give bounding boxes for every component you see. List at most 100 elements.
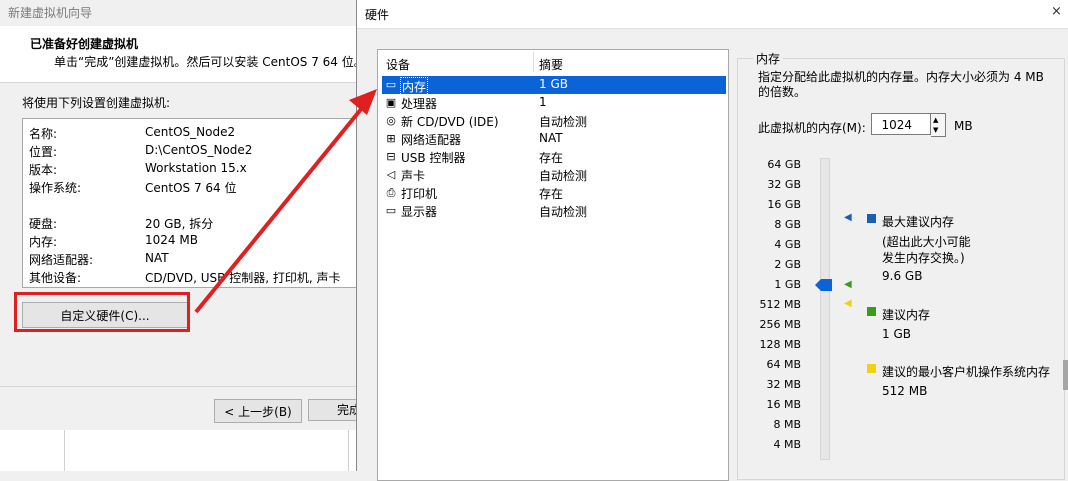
device-name: 处理器 [401,97,438,111]
device-row-display[interactable]: ▭ 显示器 自动检测 [382,202,726,220]
device-name: 显示器 [401,205,438,219]
device-name: 打印机 [401,187,438,201]
scale-tick: 1 GB [774,278,801,291]
setting-key: 其他设备: [29,271,82,285]
device-summary: 自动检测 [539,169,588,183]
device-row-memory[interactable]: ▭ 内存 1 GB [382,76,726,96]
scale-tick: 8 MB [773,418,801,431]
memory-scale: 64 GB 32 GB 16 GB 8 GB 4 GB 2 GB 1 GB 51… [753,158,801,458]
device-list[interactable]: 设备 摘要 ▭ 内存 1 GB ▣ 处理器 1 ◎ 新 CD/DVD (IDE)… [377,49,729,481]
device-summary: 存在 [539,187,564,201]
device-row-sound-card[interactable]: ◁ 声卡 自动检测 [382,166,726,184]
setting-value: NAT [145,251,169,265]
setting-value: CentOS 7 64 位 [145,181,237,195]
column-divider [533,52,534,72]
device-row-printer[interactable]: ⎙ 打印机 存在 [382,184,726,202]
wizard-subheading: 单击“完成”创建虚拟机。然后可以安装 CentOS 7 64 位。 [54,55,366,69]
device-name: 网络适配器 [401,133,462,147]
settings-label: 将使用下列设置创建虚拟机: [22,96,171,110]
recommended-value: 1 GB [882,327,911,341]
close-icon[interactable]: × [1051,4,1062,19]
setting-key: 硬盘: [29,217,58,231]
sound-card-icon: ◁ [386,168,396,181]
memory-field-label: 此虚拟机的内存(M): [758,121,866,135]
memory-input[interactable]: 1024 [871,113,931,135]
scale-tick: 32 MB [766,378,801,391]
memory-unit: MB [954,119,973,133]
back-button[interactable]: < 上一步(B) [214,399,302,423]
scale-tick: 256 MB [759,318,801,331]
scale-tick: 4 MB [773,438,801,451]
setting-value: CD/DVD, USB 控制器, 打印机, 声卡 [145,271,341,285]
min-guest-marker-icon: ◀ [844,298,852,309]
setting-key: 版本: [29,163,58,177]
scale-tick: 16 MB [766,398,801,411]
setting-value: Workstation 15.x [145,161,247,175]
max-recommended-value: 9.6 GB [882,269,923,283]
setting-key: 操作系统: [29,181,82,195]
spin-down-icon[interactable]: ▼ [933,126,938,134]
cd-dvd-icon: ◎ [386,114,396,127]
device-row-processor[interactable]: ▣ 处理器 1 [382,94,726,112]
scale-tick: 2 GB [774,258,801,271]
wizard-header: 已准备好创建虚拟机 单击“完成”创建虚拟机。然后可以安装 CentOS 7 64… [0,26,366,83]
setting-value: 20 GB, 拆分 [145,217,214,231]
scale-tick: 8 GB [774,218,801,231]
column-header-summary[interactable]: 摘要 [539,56,563,73]
setting-value: D:\CentOS_Node2 [145,143,253,157]
max-recommended-title: 最大建议内存 [882,215,955,229]
scale-tick: 512 MB [759,298,801,311]
device-summary: 自动检测 [539,115,588,129]
scale-tick: 16 GB [767,198,801,211]
recommended-title: 建议内存 [882,308,931,322]
wizard-heading: 已准备好创建虚拟机 [30,37,139,51]
scale-tick: 32 GB [767,178,801,191]
setting-key: 内存: [29,235,58,249]
memory-icon: ▭ [385,78,397,91]
scale-tick: 64 MB [766,358,801,371]
min-guest-value: 512 MB [882,384,928,398]
device-row-network-adapter[interactable]: ⊞ 网络适配器 NAT [382,130,726,148]
max-recommended-swatch [867,214,876,223]
divider [348,430,349,471]
recommended-swatch [867,307,876,316]
memory-section-title: 内存 [753,50,784,67]
min-guest-swatch [867,364,876,373]
device-summary: NAT [539,131,563,145]
column-header-device[interactable]: 设备 [386,56,410,73]
device-summary: 1 GB [539,77,568,91]
setting-value: 1024 MB [145,233,198,247]
device-name: USB 控制器 [401,151,466,165]
min-guest-title: 建议的最小客户机操作系统内存 [882,365,1051,379]
usb-controller-icon: ⊟ [386,150,396,163]
highlight-box [14,292,190,332]
scrollbar[interactable] [1063,360,1068,390]
divider [64,430,65,471]
printer-icon: ⎙ [386,186,396,199]
divider [0,386,356,387]
memory-description: 指定分配给此虚拟机的内存量。内存大小必须为 4 MB 的倍数。 [758,70,1044,99]
new-vm-wizard-window: 新建虚拟机向导 已准备好创建虚拟机 单击“完成”创建虚拟机。然后可以安装 Cen… [0,0,366,430]
settings-summary-box: 名称: CentOS_Node2 位置: D:\CentOS_Node2 版本:… [22,118,362,288]
recommended-marker-icon: ◀ [844,279,852,290]
hardware-titlebar: 硬件 × [357,0,1068,29]
display-icon: ▭ [385,204,397,217]
device-name: 声卡 [401,169,426,183]
memory-slider-track[interactable] [820,158,830,460]
memory-slider-thumb[interactable] [815,279,832,291]
device-row-cd-dvd[interactable]: ◎ 新 CD/DVD (IDE) 自动检测 [382,112,726,130]
max-recommended-marker-icon: ◀ [844,212,852,223]
memory-spinner[interactable]: ▲ ▼ [931,113,946,137]
scale-tick: 128 MB [759,338,801,351]
setting-key: 位置: [29,145,58,159]
device-row-usb-controller[interactable]: ⊟ USB 控制器 存在 [382,148,726,166]
device-summary: 1 [539,95,547,109]
max-recommended-note: (超出此大小可能 发生内存交换。) [882,235,971,265]
device-summary: 自动检测 [539,205,588,219]
scale-tick: 4 GB [774,238,801,251]
wizard-title: 新建虚拟机向导 [8,6,93,20]
device-name: 新 CD/DVD (IDE) [401,115,499,129]
background-window [0,430,356,471]
spin-up-icon[interactable]: ▲ [933,116,938,124]
processor-icon: ▣ [385,96,397,109]
